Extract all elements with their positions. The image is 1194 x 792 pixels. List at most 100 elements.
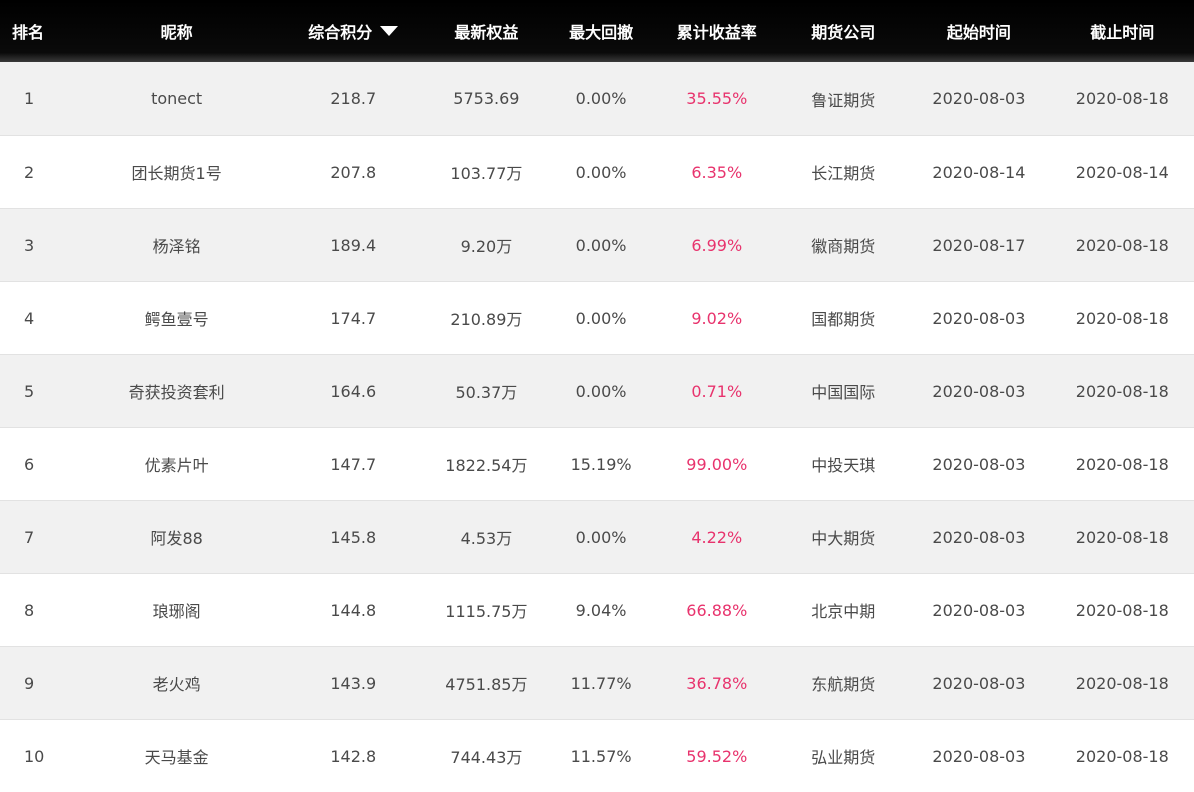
cell-company: 鲁证期货 [779, 62, 907, 136]
cell-end-date: 2020-08-18 [1051, 209, 1194, 282]
cell-drawdown: 11.77% [548, 647, 654, 720]
cell-rank: 4 [0, 282, 72, 355]
caret-down-icon[interactable] [380, 26, 398, 36]
cell-nickname[interactable]: 奇获投资套利 [72, 355, 282, 428]
cell-start-date: 2020-08-03 [907, 720, 1050, 792]
cell-equity: 210.89万 [425, 282, 548, 355]
cell-rank: 10 [0, 720, 72, 792]
cell-end-date: 2020-08-18 [1051, 574, 1194, 647]
cell-rank: 6 [0, 428, 72, 501]
header-start[interactable]: 起始时间 [907, 0, 1050, 62]
header-start-label: 起始时间 [947, 23, 1011, 42]
cell-score: 147.7 [282, 428, 425, 501]
header-return-rate-label: 累计收益率 [677, 23, 757, 42]
cell-return-rate: 6.99% [654, 209, 779, 282]
cell-score: 144.8 [282, 574, 425, 647]
cell-start-date: 2020-08-17 [907, 209, 1050, 282]
header-end-label: 截止时间 [1090, 23, 1154, 42]
cell-nickname[interactable]: 琅琊阁 [72, 574, 282, 647]
header-rank-label: 排名 [12, 23, 44, 42]
cell-start-date: 2020-08-03 [907, 62, 1050, 136]
header-end[interactable]: 截止时间 [1051, 0, 1194, 62]
cell-drawdown: 0.00% [548, 62, 654, 136]
table-row[interactable]: 6优素片叶147.71822.54万15.19%99.00%中投天琪2020-0… [0, 428, 1194, 501]
header-company[interactable]: 期货公司 [779, 0, 907, 62]
cell-rank: 1 [0, 62, 72, 136]
table-row[interactable]: 5奇获投资套利164.650.37万0.00%0.71%中国国际2020-08-… [0, 355, 1194, 428]
table-row[interactable]: 8琅琊阁144.81115.75万9.04%66.88%北京中期2020-08-… [0, 574, 1194, 647]
cell-company: 中投天琪 [779, 428, 907, 501]
cell-start-date: 2020-08-03 [907, 355, 1050, 428]
cell-rank: 2 [0, 136, 72, 209]
cell-company: 中大期货 [779, 501, 907, 574]
cell-drawdown: 0.00% [548, 355, 654, 428]
cell-nickname[interactable]: tonect [72, 62, 282, 136]
header-row: 排名 昵称 综合积分 最新权益 最大回撤 累计收益率 期货公司 起始时间 截止时… [0, 0, 1194, 62]
cell-nickname[interactable]: 阿发88 [72, 501, 282, 574]
cell-equity: 103.77万 [425, 136, 548, 209]
cell-company: 国都期货 [779, 282, 907, 355]
table-row[interactable]: 2团长期货1号207.8103.77万0.00%6.35%长江期货2020-08… [0, 136, 1194, 209]
header-drawdown[interactable]: 最大回撤 [548, 0, 654, 62]
cell-score: 189.4 [282, 209, 425, 282]
cell-rank: 5 [0, 355, 72, 428]
cell-drawdown: 0.00% [548, 209, 654, 282]
cell-score: 145.8 [282, 501, 425, 574]
cell-nickname[interactable]: 鳄鱼壹号 [72, 282, 282, 355]
header-score-label: 综合积分 [308, 23, 372, 42]
cell-equity: 1822.54万 [425, 428, 548, 501]
cell-return-rate: 4.22% [654, 501, 779, 574]
table-row[interactable]: 1tonect218.75753.690.00%35.55%鲁证期货2020-0… [0, 62, 1194, 136]
cell-end-date: 2020-08-14 [1051, 136, 1194, 209]
cell-end-date: 2020-08-18 [1051, 428, 1194, 501]
cell-drawdown: 15.19% [548, 428, 654, 501]
cell-nickname[interactable]: 老火鸡 [72, 647, 282, 720]
cell-company: 徽商期货 [779, 209, 907, 282]
cell-end-date: 2020-08-18 [1051, 720, 1194, 792]
cell-score: 218.7 [282, 62, 425, 136]
cell-end-date: 2020-08-18 [1051, 355, 1194, 428]
header-equity[interactable]: 最新权益 [425, 0, 548, 62]
cell-drawdown: 0.00% [548, 501, 654, 574]
cell-start-date: 2020-08-03 [907, 647, 1050, 720]
cell-company: 长江期货 [779, 136, 907, 209]
cell-return-rate: 6.35% [654, 136, 779, 209]
table-header: 排名 昵称 综合积分 最新权益 最大回撤 累计收益率 期货公司 起始时间 截止时… [0, 0, 1194, 62]
cell-return-rate: 59.52% [654, 720, 779, 792]
cell-drawdown: 11.57% [548, 720, 654, 792]
cell-equity: 4.53万 [425, 501, 548, 574]
table-row[interactable]: 4鳄鱼壹号174.7210.89万0.00%9.02%国都期货2020-08-0… [0, 282, 1194, 355]
cell-nickname[interactable]: 天马基金 [72, 720, 282, 792]
cell-company: 东航期货 [779, 647, 907, 720]
cell-return-rate: 36.78% [654, 647, 779, 720]
cell-return-rate: 0.71% [654, 355, 779, 428]
header-nickname[interactable]: 昵称 [72, 0, 282, 62]
header-rank[interactable]: 排名 [0, 0, 72, 62]
cell-return-rate: 9.02% [654, 282, 779, 355]
cell-end-date: 2020-08-18 [1051, 501, 1194, 574]
cell-start-date: 2020-08-03 [907, 428, 1050, 501]
cell-company: 弘业期货 [779, 720, 907, 792]
cell-nickname[interactable]: 杨泽铭 [72, 209, 282, 282]
cell-nickname[interactable]: 优素片叶 [72, 428, 282, 501]
table-row[interactable]: 9老火鸡143.94751.85万11.77%36.78%东航期货2020-08… [0, 647, 1194, 720]
cell-return-rate: 99.00% [654, 428, 779, 501]
table-row[interactable]: 10天马基金142.8744.43万11.57%59.52%弘业期货2020-0… [0, 720, 1194, 792]
cell-score: 174.7 [282, 282, 425, 355]
cell-start-date: 2020-08-14 [907, 136, 1050, 209]
header-score[interactable]: 综合积分 [282, 0, 425, 62]
cell-rank: 3 [0, 209, 72, 282]
header-return-rate[interactable]: 累计收益率 [654, 0, 779, 62]
header-company-label: 期货公司 [811, 23, 875, 42]
table-row[interactable]: 3杨泽铭189.49.20万0.00%6.99%徽商期货2020-08-1720… [0, 209, 1194, 282]
cell-drawdown: 0.00% [548, 136, 654, 209]
cell-rank: 8 [0, 574, 72, 647]
cell-score: 142.8 [282, 720, 425, 792]
cell-start-date: 2020-08-03 [907, 574, 1050, 647]
table-row[interactable]: 7阿发88145.84.53万0.00%4.22%中大期货2020-08-032… [0, 501, 1194, 574]
cell-drawdown: 0.00% [548, 282, 654, 355]
cell-company: 中国国际 [779, 355, 907, 428]
cell-nickname[interactable]: 团长期货1号 [72, 136, 282, 209]
cell-return-rate: 35.55% [654, 62, 779, 136]
cell-score: 207.8 [282, 136, 425, 209]
